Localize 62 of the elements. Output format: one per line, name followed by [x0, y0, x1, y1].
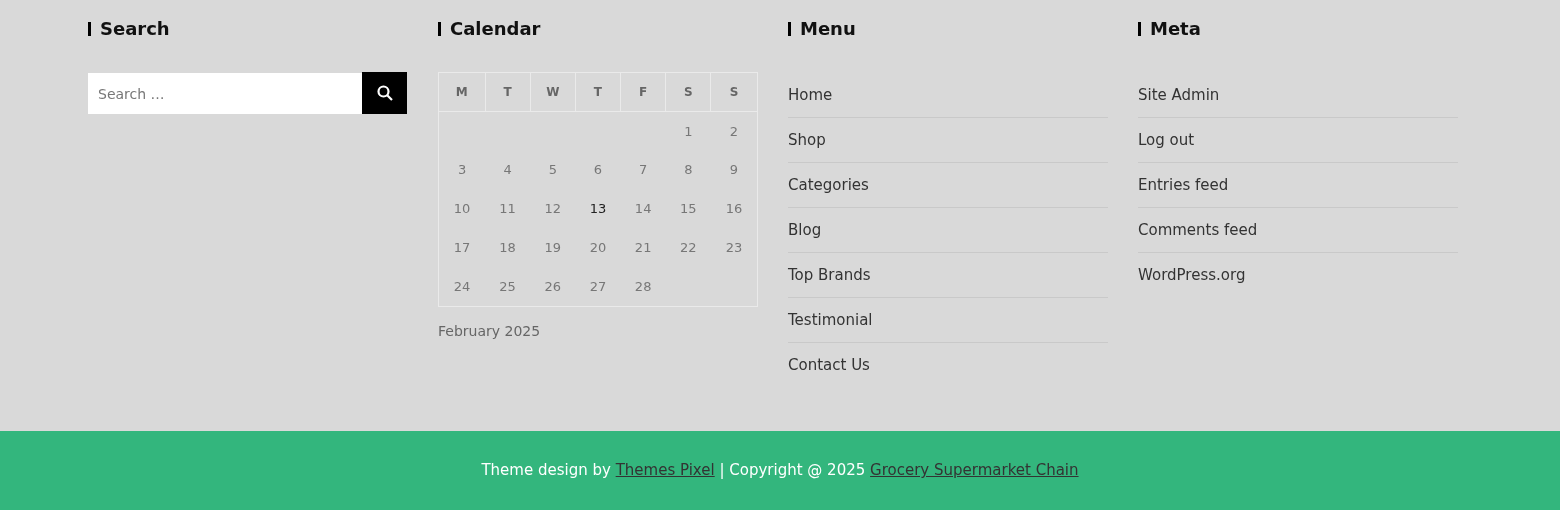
weekday-header: T: [575, 72, 621, 112]
weekday-header: F: [620, 72, 666, 112]
calendar-day: 22: [665, 228, 711, 268]
search-button[interactable]: [362, 72, 407, 114]
footer-link[interactable]: Themes Pixel: [615, 461, 715, 480]
calendar-day: 13: [575, 189, 621, 229]
calendar-day: 23: [710, 228, 758, 268]
widget-link[interactable]: Contact Us: [788, 358, 870, 373]
heading-bar: [88, 22, 91, 36]
calendar-day: 24: [438, 267, 486, 307]
calendar-caption: February 2025: [438, 322, 542, 341]
footer-text: Theme design by Themes Pixel | Copyright @ 2025 Grocery Supermarket Chain: [481, 460, 1079, 482]
weekday-header: T: [485, 72, 531, 112]
widget-title: Menu: [800, 20, 856, 38]
calendar-day: 9: [710, 150, 758, 190]
weekday-header: S: [665, 72, 711, 112]
calendar-day: 15: [665, 189, 711, 229]
calendar-day: 16: [710, 189, 758, 229]
search-field[interactable]: Search …: [88, 73, 362, 114]
calendar-day: 10: [438, 189, 486, 229]
widget-link[interactable]: Blog: [788, 222, 822, 238]
widget-link[interactable]: Testimonial: [788, 312, 873, 328]
widget-link[interactable]: Comments feed: [1138, 222, 1258, 238]
calendar-day: 28: [620, 267, 666, 307]
heading-bar: [1138, 22, 1141, 36]
calendar-day: 20: [575, 228, 621, 268]
footer-link[interactable]: Grocery Supermarket Chain: [870, 461, 1079, 480]
widget-link[interactable]: Categories: [788, 177, 869, 193]
calendar-day: 17: [438, 228, 486, 268]
widget-link[interactable]: Home: [788, 87, 833, 103]
calendar-day: 7: [620, 150, 666, 190]
calendar-day: 5: [530, 150, 576, 190]
widget-title: Search: [100, 20, 170, 38]
widget-link[interactable]: Shop: [788, 132, 826, 148]
widget-link[interactable]: Top Brands: [788, 267, 871, 283]
calendar-day: 26: [530, 267, 576, 307]
heading-bar: [438, 22, 441, 36]
calendar-day: 4: [485, 150, 531, 190]
weekday-header: M: [438, 72, 486, 112]
calendar-day: 11: [485, 189, 531, 229]
calendar-day: 8: [665, 150, 711, 190]
search-icon: [376, 85, 393, 101]
calendar-day: 3: [438, 150, 486, 190]
calendar-day: 21: [620, 228, 666, 268]
calendar-day: 27: [575, 267, 621, 307]
calendar-day: 1: [665, 111, 711, 151]
calendar-day: 19: [530, 228, 576, 268]
widget-link[interactable]: Entries feed: [1138, 177, 1229, 193]
heading-bar: [788, 22, 791, 36]
calendar-day: 12: [530, 189, 576, 229]
calendar-day: 25: [485, 267, 531, 307]
weekday-header: W: [530, 72, 576, 112]
weekday-header: S: [710, 72, 758, 112]
widget-link[interactable]: Log out: [1138, 132, 1195, 148]
calendar-day: 18: [485, 228, 531, 268]
calendar-day: 2: [710, 111, 758, 151]
widget-link[interactable]: WordPress.org: [1138, 268, 1246, 283]
widget-link[interactable]: Site Admin: [1138, 87, 1220, 103]
calendar-day: 14: [620, 189, 666, 229]
widget-title: Meta: [1150, 20, 1201, 38]
calendar-day: 6: [575, 150, 621, 190]
widget-title: Calendar: [450, 20, 541, 38]
